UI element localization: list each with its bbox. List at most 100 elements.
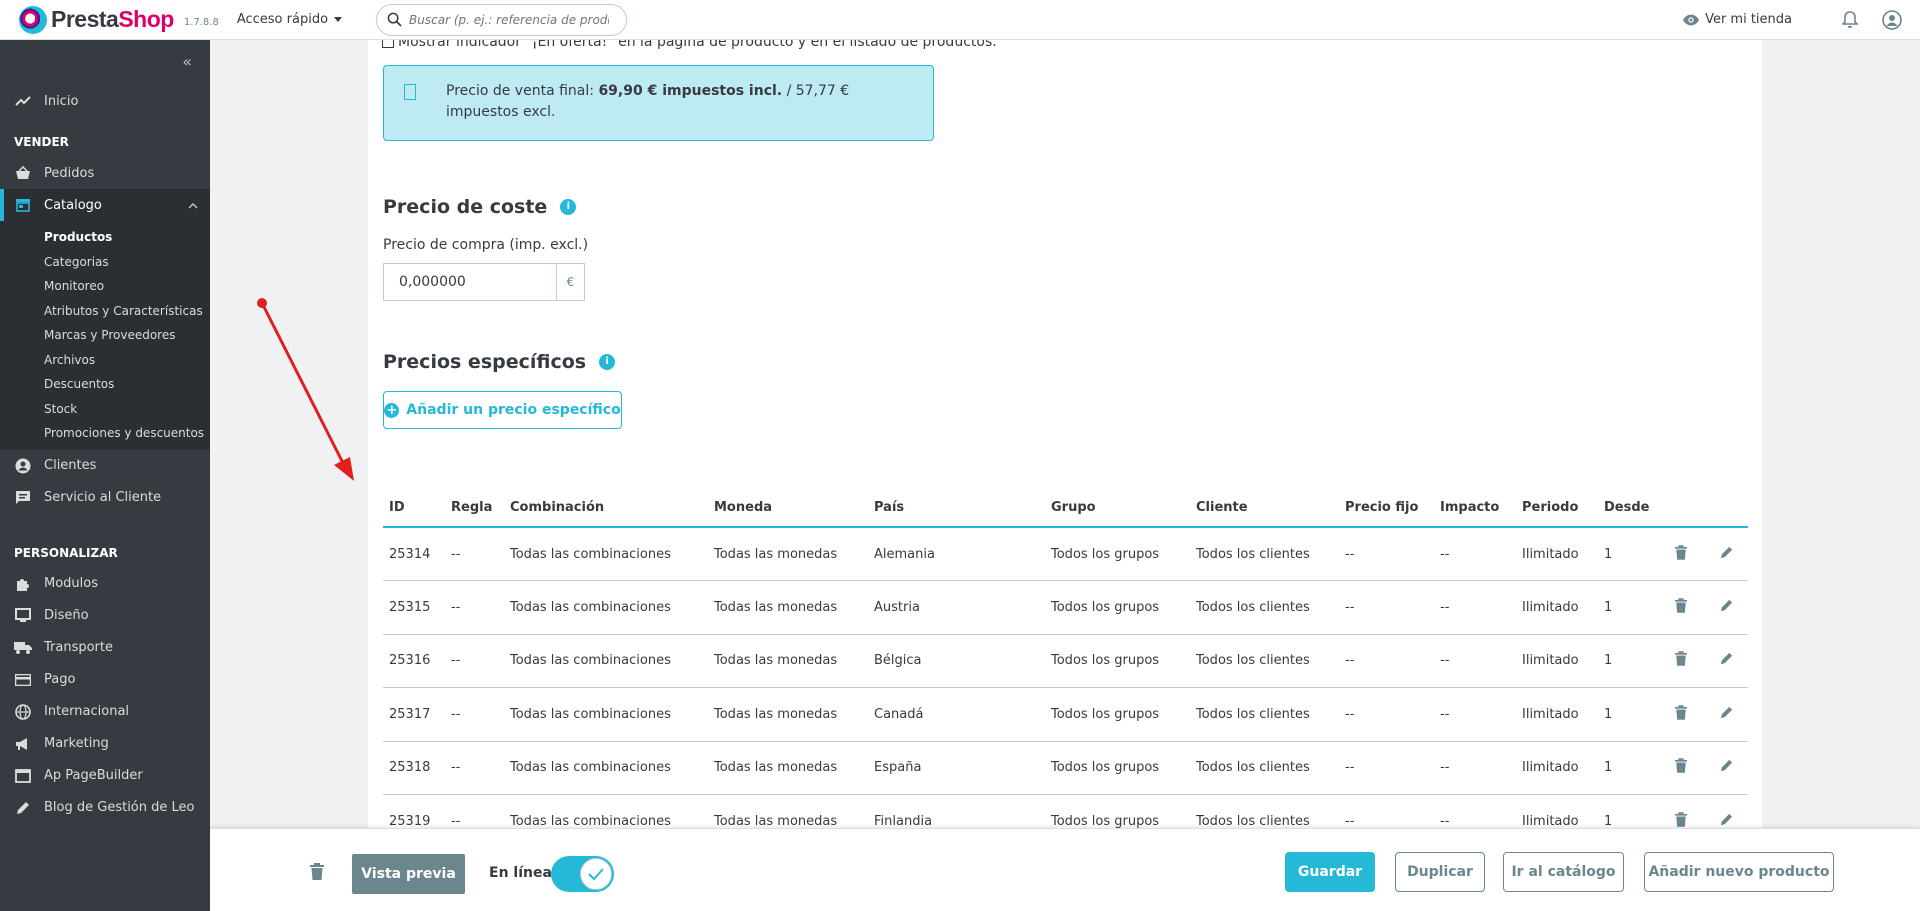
delete-row-button[interactable] (1658, 527, 1704, 581)
table-cell: Todos los grupos (1045, 580, 1190, 635)
column-header: Periodo (1516, 488, 1598, 528)
table-cell: -- (445, 687, 504, 742)
table-cell: Todos los clientes (1190, 527, 1339, 581)
column-header: País (868, 488, 1045, 528)
sidebar-item-catalog[interactable]: Catalogo (0, 189, 210, 221)
delete-row-button[interactable] (1658, 687, 1704, 742)
search-box[interactable] (376, 3, 628, 36)
table-cell: 1 (1598, 580, 1658, 635)
sidebar-item-marketing[interactable]: Marketing (0, 728, 210, 760)
table-cell: -- (445, 580, 504, 635)
table-cell: Ilimitado (1516, 634, 1598, 688)
edit-row-button[interactable] (1704, 580, 1748, 635)
view-store-link[interactable]: Ver mi tienda (1682, 12, 1792, 27)
view-store-label: Ver mi tienda (1705, 12, 1792, 27)
edit-row-button[interactable] (1704, 687, 1748, 742)
preview-button[interactable]: Vista previa (352, 854, 465, 894)
sidebar-subitem-stock[interactable]: Stock (0, 396, 210, 421)
table-cell: -- (1339, 580, 1434, 635)
online-toggle[interactable] (551, 856, 614, 892)
column-header: Moneda (708, 488, 868, 528)
delete-product-button[interactable] (310, 863, 324, 884)
sidebar-item-pagebuilder[interactable]: Ap PageBuilder (0, 760, 210, 792)
sidebar-item-international[interactable]: Internacional (0, 696, 210, 728)
store-icon (14, 196, 32, 214)
quick-access-dropdown[interactable]: Acceso rápido (237, 12, 343, 27)
sidebar-subitem-brands[interactable]: Marcas y Proveedores (0, 323, 210, 348)
column-header: Desde (1598, 488, 1658, 528)
window-icon (14, 767, 32, 785)
sidebar-item-label: Servicio al Cliente (44, 490, 162, 505)
table-cell: 25314 (383, 527, 445, 581)
page-scrollbar[interactable] (1910, 40, 1920, 828)
table-cell: -- (1434, 634, 1516, 688)
delete-row-button[interactable] (1658, 580, 1704, 635)
sidebar-item-customers[interactable]: Clientes (0, 450, 210, 482)
trash-icon (1675, 758, 1687, 777)
table-row: 25317 -- Todas las combinaciones Todas las … (383, 687, 1748, 742)
logo-brand-part1: Presta (51, 6, 119, 32)
table-cell: Todos los clientes (1190, 687, 1339, 742)
prestashop-logo[interactable]: PrestaShop 1.7.8.8 (19, 5, 219, 34)
sidebar-subitem-discounts[interactable]: Descuentos (0, 372, 210, 397)
table-cell: -- (1339, 687, 1434, 742)
section-title-sell: VENDER (14, 135, 69, 149)
table-cell: Todas las monedas (708, 527, 868, 581)
save-button[interactable]: Guardar (1285, 852, 1375, 892)
section-title-customize: PERSONALIZAR (14, 545, 118, 560)
duplicate-button[interactable]: Duplicar (1395, 852, 1485, 892)
edit-row-button[interactable] (1704, 741, 1748, 795)
sidebar-item-label: Blog de Gestión de Leo (44, 800, 195, 815)
collapse-sidebar-button[interactable]: « (182, 52, 192, 71)
sidebar-subitem-monitoring[interactable]: Monitoreo (0, 274, 210, 299)
profile-button[interactable] (1882, 9, 1902, 30)
table-cell: 25315 (383, 580, 445, 635)
cost-price-label: Precio de compra (imp. excl.) (383, 237, 589, 253)
sidebar-subitem-files[interactable]: Archivos (0, 347, 210, 372)
cost-price-input[interactable] (384, 264, 556, 300)
add-new-product-button[interactable]: Añadir nuevo producto (1644, 852, 1834, 892)
sidebar-item-shipping[interactable]: Transporte (0, 632, 210, 664)
sidebar-item-payment[interactable]: Pago (0, 664, 210, 696)
column-header: Combinación (504, 488, 708, 528)
sidebar-item-label: Diseño (44, 608, 89, 623)
table-cell: 1 (1598, 527, 1658, 581)
info-icon[interactable]: i (599, 354, 616, 370)
puzzle-icon (14, 575, 32, 593)
sidebar-subitem-categories[interactable]: Categorias (0, 249, 210, 274)
basket-icon (14, 164, 32, 182)
go-to-catalog-button[interactable]: Ir al catálogo (1503, 852, 1624, 892)
sidebar-subitem-attributes[interactable]: Atributos y Características (0, 298, 210, 323)
edit-row-button[interactable] (1704, 634, 1748, 688)
sidebar-item-blog[interactable]: Blog de Gestión de Leo (0, 792, 210, 824)
red-annotation-arrow (257, 298, 354, 481)
table-cell: Todas las monedas (708, 580, 868, 635)
online-label: En línea (489, 865, 552, 881)
pencil-icon (1719, 546, 1734, 564)
sidebar-item-design[interactable]: Diseño (0, 600, 210, 632)
table-cell: -- (1339, 527, 1434, 581)
table-cell: Todas las combinaciones (504, 634, 708, 688)
notifications-button[interactable] (1842, 10, 1858, 29)
sidebar-item-customer-service[interactable]: Servicio al Cliente (0, 482, 210, 514)
specific-prices-table: ID Regla Combinación Moneda País Grupo C… (383, 488, 1748, 849)
sidebar-subitem-promotions[interactable]: Promociones y descuentos (0, 421, 210, 446)
add-specific-price-button[interactable]: + Añadir un precio específico (383, 391, 622, 429)
top-header: PrestaShop 1.7.8.8 Acceso rápido Ver mi … (0, 0, 1920, 40)
edit-row-button[interactable] (1704, 527, 1748, 581)
sidebar-item-home[interactable]: Inicio (0, 85, 210, 117)
search-input[interactable] (409, 12, 610, 27)
column-header: Impacto (1434, 488, 1516, 528)
sidebar-item-orders[interactable]: Pedidos (0, 157, 210, 189)
add-specific-price-label: Añadir un precio específico (406, 402, 621, 418)
sidebar-subitem-products[interactable]: Productos (0, 225, 210, 250)
info-icon[interactable]: i (560, 199, 577, 215)
sidebar-item-modules[interactable]: Modulos (0, 568, 210, 600)
currency-addon: € (556, 264, 584, 300)
chat-icon (14, 489, 32, 507)
table-cell: Todas las combinaciones (504, 741, 708, 795)
delete-row-button[interactable] (1658, 741, 1704, 795)
delete-row-button[interactable] (1658, 634, 1704, 688)
final-price-text: Precio de venta final: 69,90 € impuestos… (446, 81, 906, 123)
search-icon (387, 12, 402, 27)
